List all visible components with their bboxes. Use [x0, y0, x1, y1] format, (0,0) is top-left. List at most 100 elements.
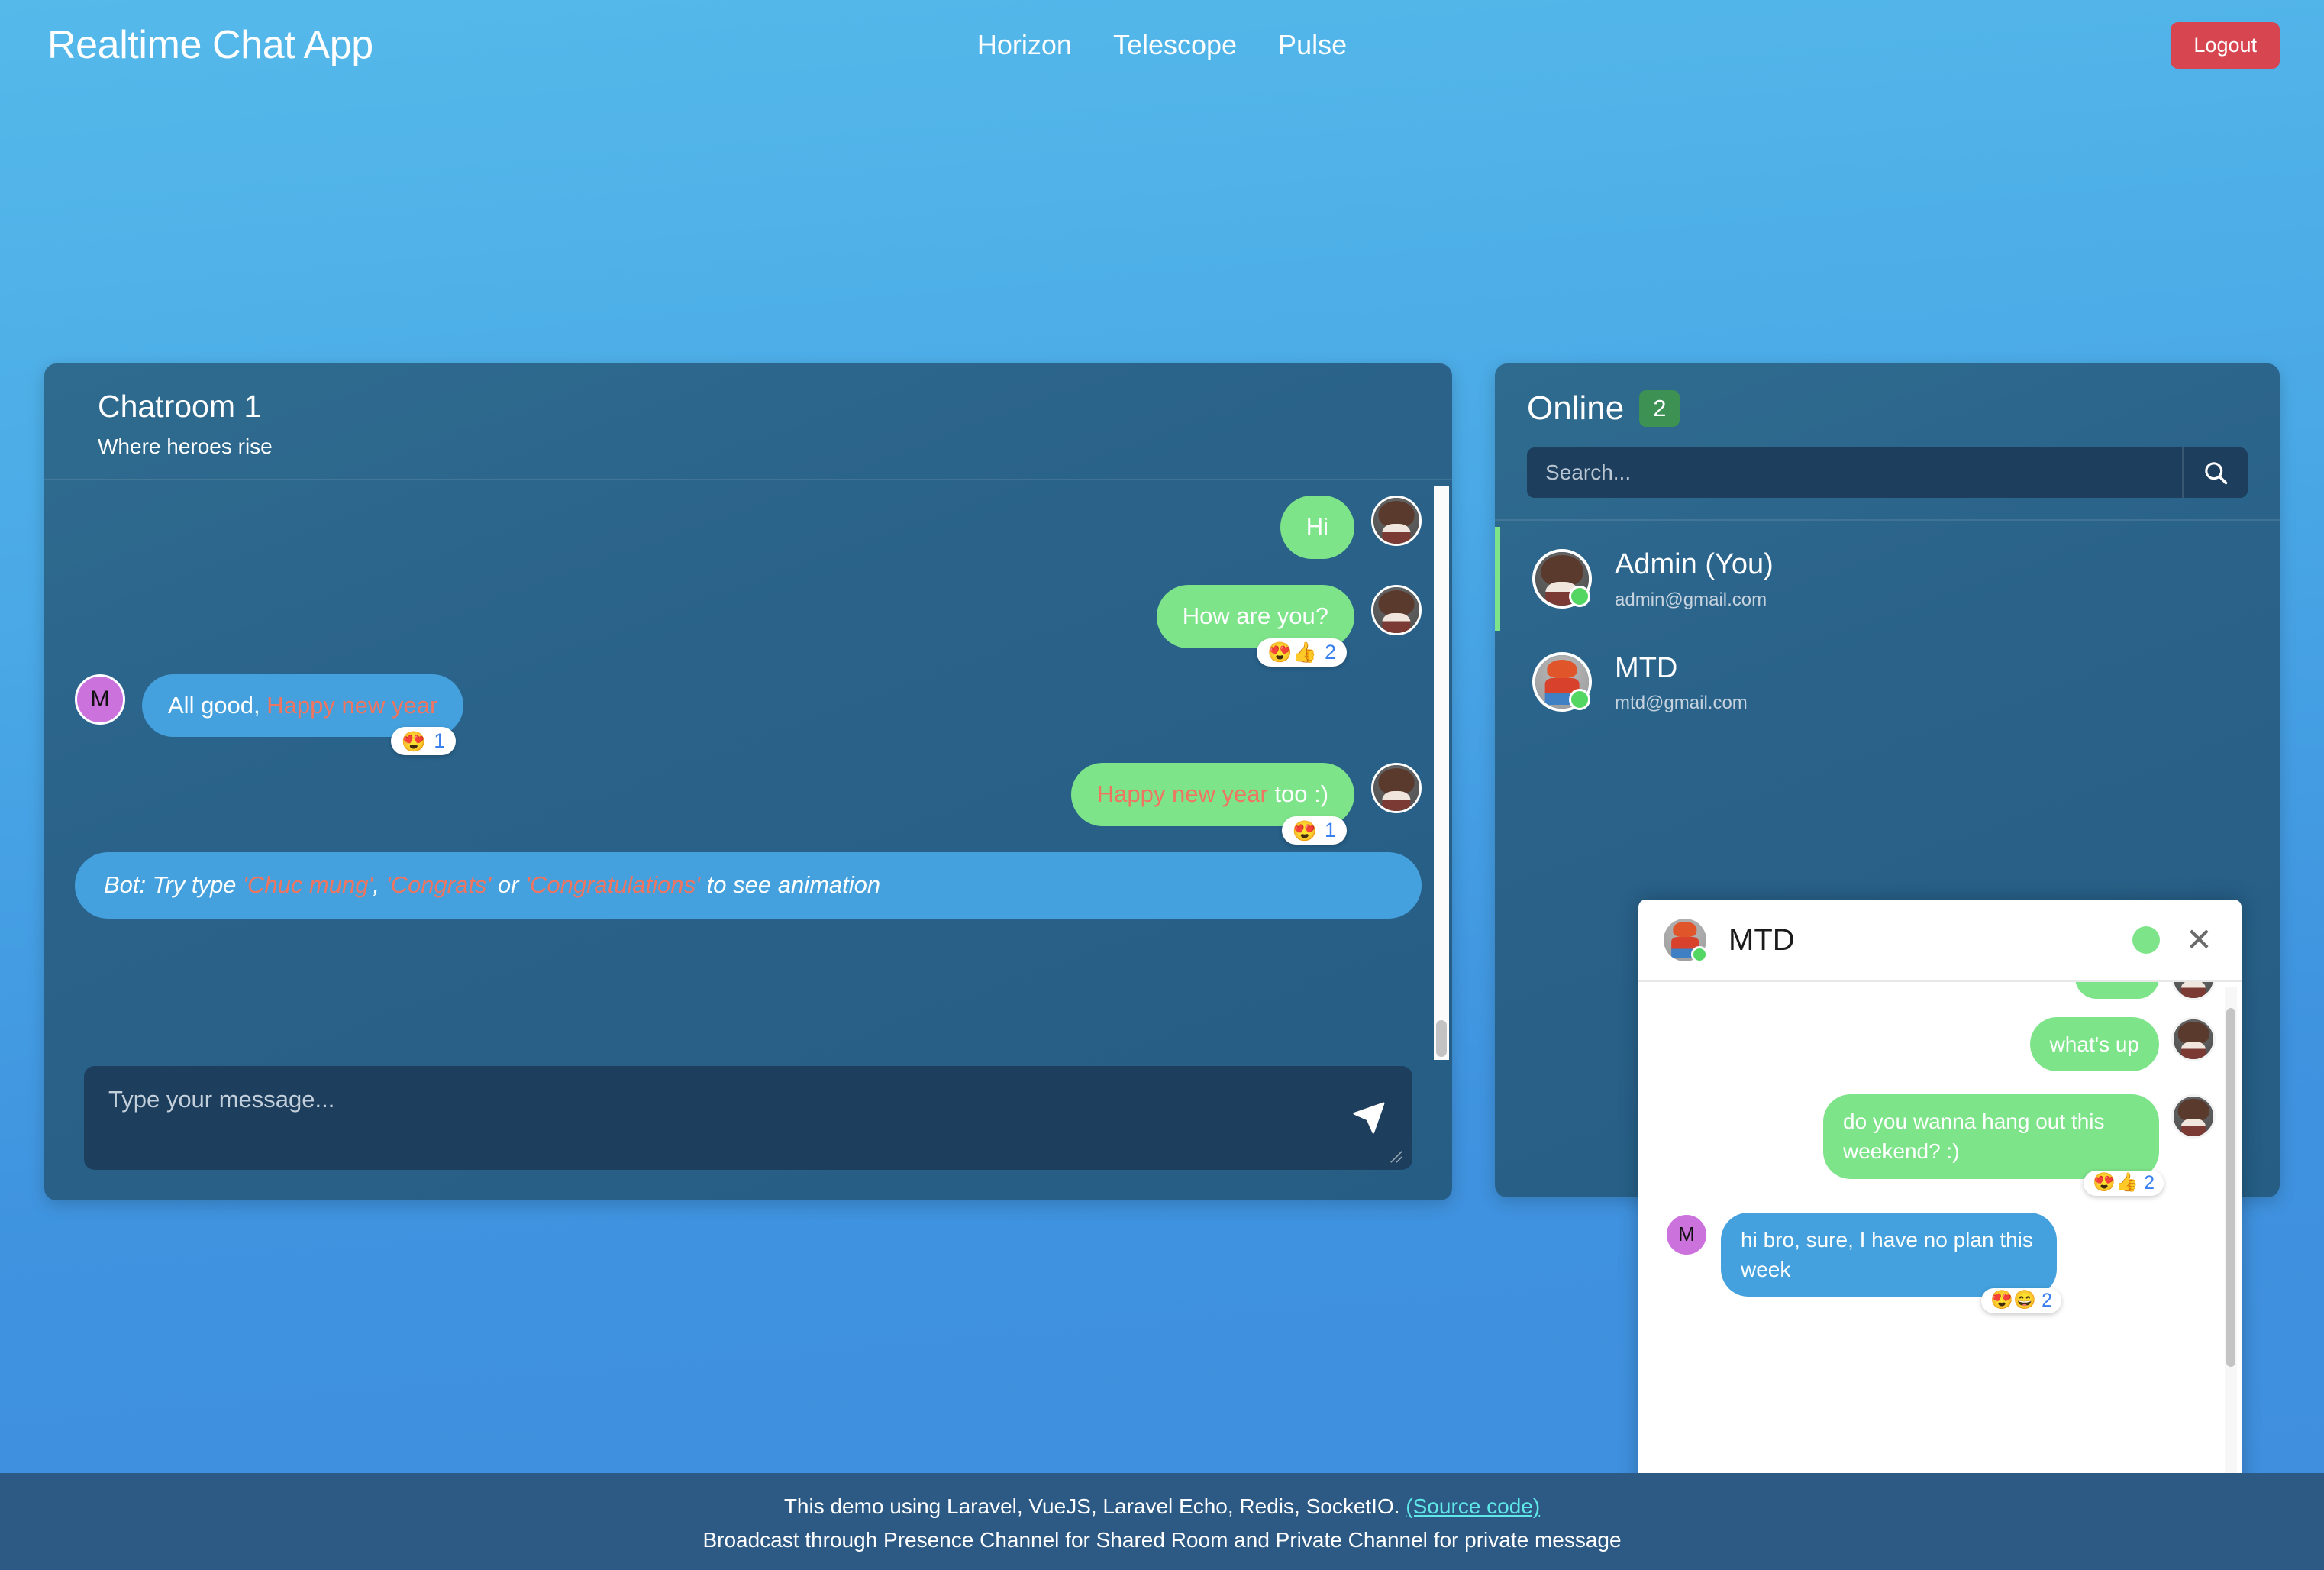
- avatar: [1371, 584, 1422, 635]
- private-chat-scrollbar[interactable]: [2225, 987, 2237, 1500]
- footer-text: This demo using Laravel, VueJS, Laravel …: [783, 1494, 1406, 1519]
- sidebar-user-mtd[interactable]: MTD mtd@gmail.com: [1495, 631, 2280, 735]
- user-email: mtd@gmail.com: [1615, 693, 1748, 713]
- online-sidebar-header: Online 2: [1495, 363, 2280, 521]
- online-status-dot: [1691, 946, 1708, 963]
- bot-sep-1: ,: [373, 871, 386, 899]
- message-row: How are you? 😍👍 2: [75, 584, 1422, 667]
- reaction-count: 1: [434, 729, 446, 753]
- reaction-count: 2: [2042, 1289, 2052, 1311]
- message-row: Hi: [75, 496, 1422, 559]
- avatar: [1532, 652, 1593, 712]
- private-chat-message-list[interactable]: what's up do you wanna hang out this wee…: [1638, 982, 2242, 1504]
- private-message-row-partial: [1664, 982, 2216, 1000]
- private-chat-header: MTD ✕: [1638, 900, 2242, 982]
- online-count-badge: 2: [1639, 390, 1680, 427]
- avatar: [1661, 916, 1709, 964]
- sidebar-user-admin[interactable]: Admin (You) admin@gmail.com: [1495, 527, 2280, 631]
- source-code-link[interactable]: (Source code): [1406, 1494, 1540, 1518]
- nav-link-horizon[interactable]: Horizon: [977, 29, 1072, 61]
- chatroom-message-list[interactable]: Hi How are you? 😍👍 2 M All good, Happy n…: [44, 480, 1452, 1066]
- message-bubble-wrap: All good, Happy new year 😍 1: [142, 674, 464, 756]
- private-messages: what's up do you wanna hang out this wee…: [1664, 982, 2216, 1313]
- reaction-badge[interactable]: 😍 1: [390, 727, 457, 756]
- private-message-text: [2075, 982, 2159, 999]
- private-chat-scrollbar-thumb[interactable]: [2226, 1008, 2235, 1367]
- paper-plane-icon: [1353, 1102, 1385, 1134]
- private-message-row: do you wanna hang out this weekend? :) 😍…: [1664, 1094, 2216, 1196]
- textarea-resize-grip[interactable]: [1390, 1150, 1403, 1164]
- message-text-highlight: Happy new year: [266, 691, 438, 719]
- chatroom-subtitle: Where heroes rise: [98, 434, 273, 459]
- message-text: Hi: [1280, 496, 1355, 559]
- private-message-text: do you wanna hang out this weekend? :): [1823, 1094, 2159, 1179]
- reaction-count: 2: [2144, 1171, 2155, 1194]
- chatroom-panel: Chatroom 1 Where heroes rise Hi How are …: [44, 363, 1453, 1200]
- chatroom-scrollbar[interactable]: [1434, 486, 1450, 1060]
- message-text-plain: too :): [1267, 780, 1329, 808]
- avatar: [1371, 496, 1422, 547]
- online-label: Online: [1527, 389, 1625, 427]
- private-message-bubble-wrap: what's up: [2029, 1017, 2159, 1072]
- main-nav: Horizon Telescope Pulse: [977, 29, 1347, 61]
- message-text-plain: All good,: [168, 691, 267, 719]
- message-bubble-wrap: Happy new year too :) 😍 1: [1070, 763, 1355, 845]
- bot-sep-2: or: [491, 871, 526, 899]
- reaction-badge[interactable]: 😍😄 2: [1981, 1287, 2061, 1313]
- message-bubble-wrap: How are you? 😍👍 2: [1156, 584, 1355, 667]
- search-input[interactable]: [1527, 447, 2182, 498]
- search-icon: [2205, 462, 2228, 485]
- user-email: admin@gmail.com: [1615, 589, 1767, 610]
- avatar-initial: M: [75, 674, 125, 725]
- bot-message: Bot: Try type 'Chuc mung', 'Congrats' or…: [75, 852, 1422, 919]
- reaction-badge[interactable]: 😍👍 2: [1257, 638, 1348, 667]
- message-text-highlight: Happy new year: [1096, 780, 1268, 808]
- bot-keyword-2: 'Congrats': [386, 871, 492, 899]
- search-button[interactable]: [2182, 447, 2248, 498]
- avatar: [1371, 763, 1422, 814]
- avatar: [2171, 1094, 2216, 1139]
- user-info: MTD mtd@gmail.com: [1615, 651, 1748, 715]
- private-message-text: what's up: [2029, 1017, 2159, 1072]
- bot-text-suffix: to see animation: [700, 871, 881, 899]
- private-message-bubble-wrap: do you wanna hang out this weekend? :) 😍…: [1823, 1094, 2164, 1196]
- private-chat-title: MTD: [1728, 922, 1795, 957]
- reaction-badge[interactable]: 😍 1: [1281, 816, 1348, 845]
- private-chat-window: MTD ✕ what's up do you wanna hang out th…: [1638, 900, 2242, 1570]
- search-row: [1527, 447, 2248, 498]
- close-icon[interactable]: ✕: [2180, 924, 2219, 956]
- nav-link-telescope[interactable]: Telescope: [1113, 29, 1237, 61]
- avatar: [2171, 982, 2216, 1000]
- bot-text-prefix: Bot: Try type: [104, 871, 244, 899]
- message-input[interactable]: Type your message...: [84, 1066, 1413, 1170]
- bot-keyword-1: 'Chuc mung': [243, 871, 373, 899]
- online-status-indicator: [2132, 926, 2160, 954]
- send-button[interactable]: [1348, 1097, 1390, 1139]
- reaction-emojis: 😍👍: [2093, 1172, 2139, 1194]
- app-brand: Realtime Chat App: [47, 23, 373, 67]
- reaction-count: 1: [1325, 819, 1337, 842]
- user-info: Admin (You) admin@gmail.com: [1615, 547, 1774, 611]
- avatar: [2171, 1017, 2216, 1061]
- message-row: Happy new year too :) 😍 1: [75, 763, 1422, 845]
- message-row: M All good, Happy new year 😍 1: [75, 674, 1422, 756]
- private-message-bubble-wrap: hi bro, sure, I have no plan this week 😍…: [1721, 1212, 2061, 1313]
- chatroom-header: Chatroom 1 Where heroes rise: [44, 363, 1453, 481]
- footer-line-1: This demo using Laravel, VueJS, Laravel …: [0, 1490, 2324, 1523]
- nav-link-pulse[interactable]: Pulse: [1278, 29, 1347, 61]
- avatar: [1532, 548, 1593, 609]
- private-message-text: hi bro, sure, I have no plan this week: [1721, 1212, 2057, 1297]
- online-title-row: Online 2: [1527, 389, 2248, 428]
- chatroom-scrollbar-thumb[interactable]: [1436, 1020, 1448, 1057]
- reaction-badge[interactable]: 😍👍 2: [2084, 1170, 2164, 1196]
- reaction-count: 2: [1325, 640, 1337, 664]
- page-footer: This demo using Laravel, VueJS, Laravel …: [0, 1473, 2324, 1570]
- top-navbar: Realtime Chat App Horizon Telescope Puls…: [0, 0, 2324, 90]
- footer-line-2: Broadcast through Presence Channel for S…: [702, 1527, 1622, 1552]
- private-message-row: what's up: [1664, 1017, 2216, 1072]
- bot-keyword-3: 'Congratulations': [525, 871, 701, 899]
- logout-button[interactable]: Logout: [2171, 21, 2280, 69]
- avatar-initial: M: [1664, 1212, 1709, 1257]
- user-name: MTD: [1615, 651, 1678, 684]
- private-message-row: M hi bro, sure, I have no plan this week…: [1664, 1212, 2216, 1313]
